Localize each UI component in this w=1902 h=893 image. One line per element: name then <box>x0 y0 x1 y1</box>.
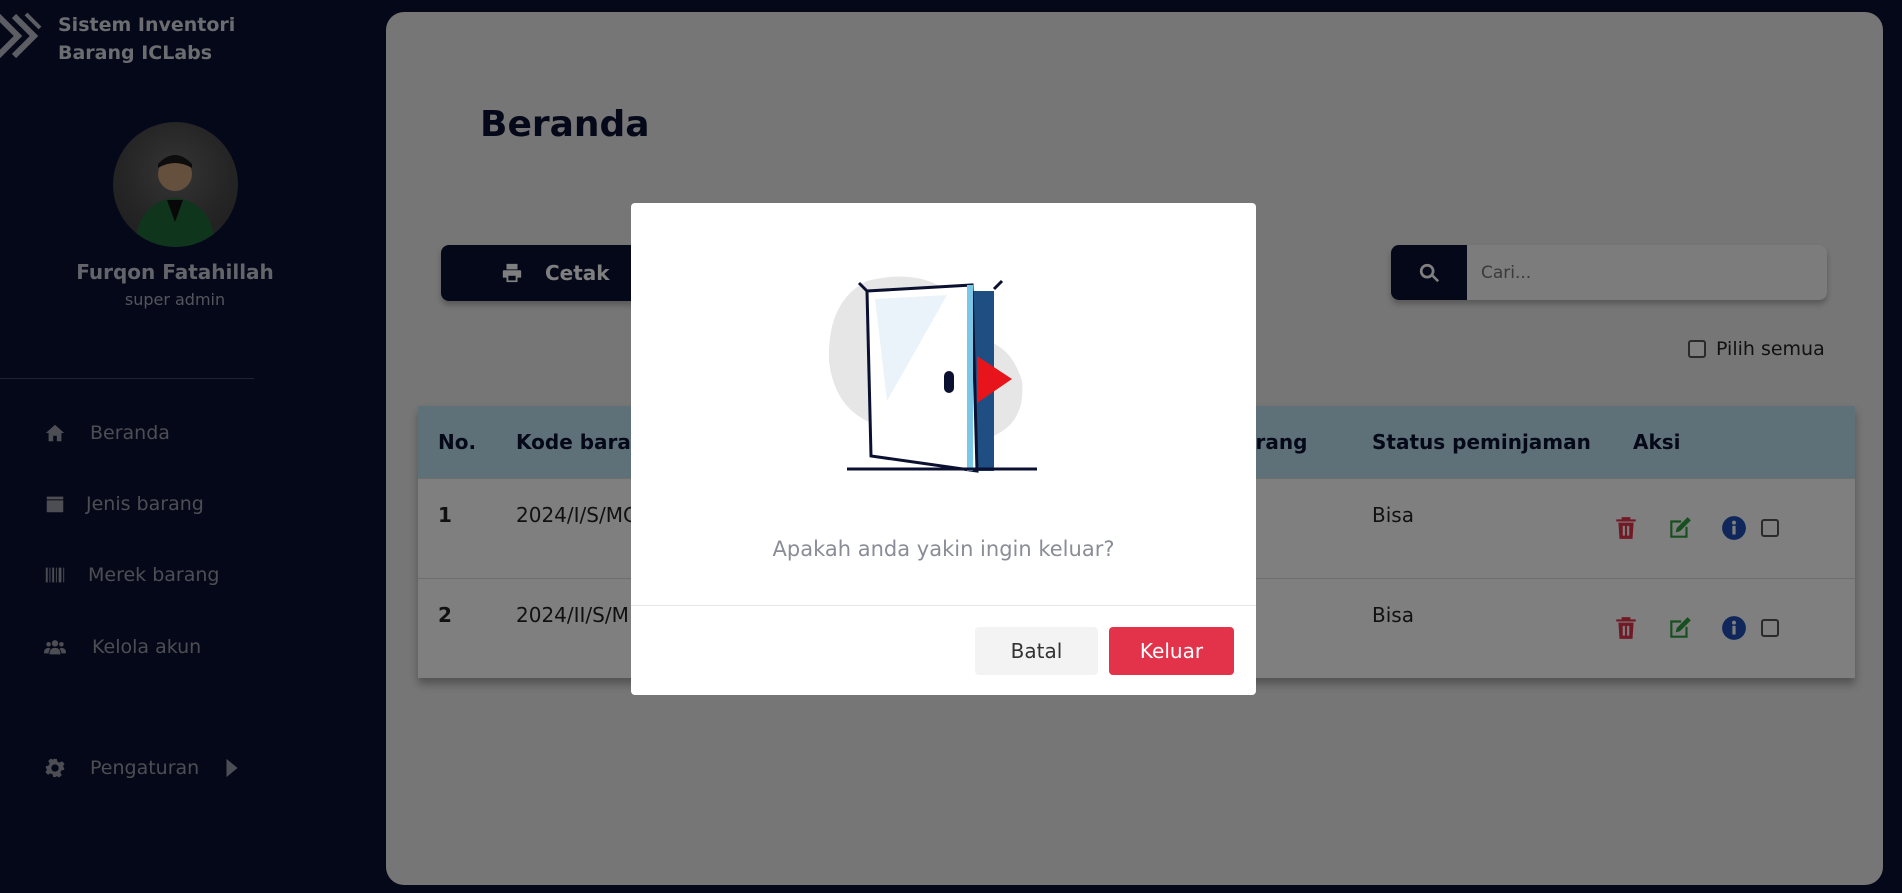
logout-dialog: Apakah anda yakin ingin keluar? Batal Ke… <box>631 203 1256 695</box>
logout-button[interactable]: Keluar <box>1109 627 1234 675</box>
dialog-divider <box>631 605 1256 606</box>
exit-door-icon <box>828 276 1037 473</box>
dialog-message: Apakah anda yakin ingin keluar? <box>772 537 1115 561</box>
cancel-button[interactable]: Batal <box>975 627 1098 675</box>
